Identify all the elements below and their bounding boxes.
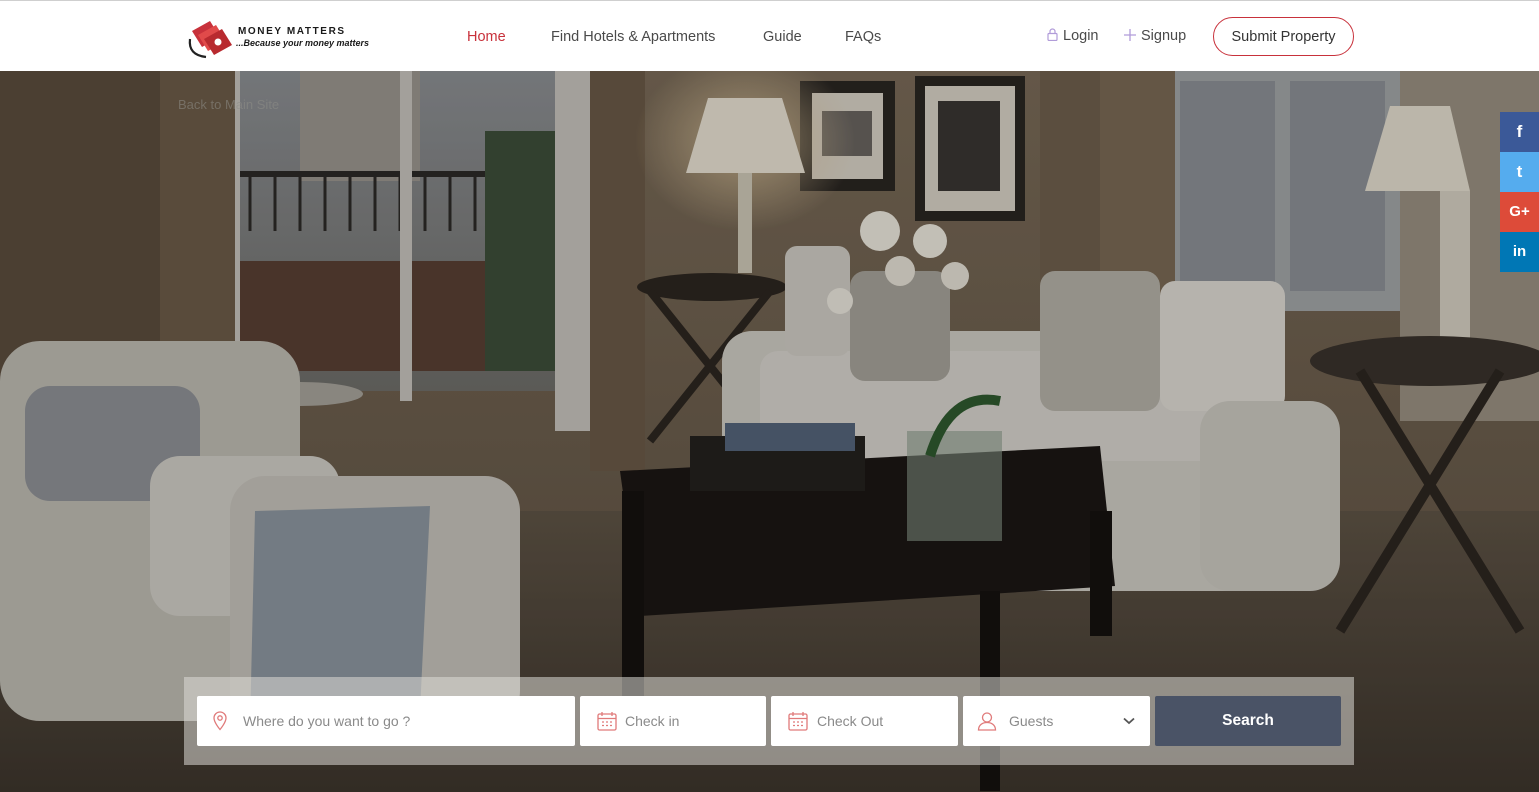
check-out-placeholder: Check Out: [817, 713, 884, 729]
site-header: MONEY MATTERS ...Because your money matt…: [0, 0, 1539, 71]
check-out-field[interactable]: Check Out: [771, 696, 958, 746]
nav-home[interactable]: Home: [467, 29, 506, 45]
login-link[interactable]: Login: [1047, 28, 1098, 44]
calendar-icon: [788, 712, 808, 731]
nav-guide[interactable]: Guide: [763, 29, 802, 45]
user-icon: [977, 712, 997, 731]
brand-name: MONEY MATTERS: [238, 26, 346, 37]
search-panel: Where do you want to go ? Check in Check…: [184, 677, 1354, 765]
twitter-icon[interactable]: t: [1500, 152, 1539, 192]
lock-icon: [1047, 28, 1058, 42]
destination-placeholder: Where do you want to go ?: [243, 713, 411, 729]
guests-select[interactable]: Guests: [963, 696, 1150, 746]
money-bills-icon: [188, 21, 232, 59]
login-label: Login: [1063, 28, 1099, 44]
nav-find-hotels[interactable]: Find Hotels & Apartments: [551, 29, 715, 45]
nav-faqs[interactable]: FAQs: [845, 29, 881, 45]
hero-section: Back to Main Site Where do you want to g…: [0, 71, 1539, 792]
check-in-field[interactable]: Check in: [580, 696, 766, 746]
submit-property-button[interactable]: Submit Property: [1213, 17, 1354, 56]
calendar-icon: [597, 712, 617, 731]
destination-field[interactable]: Where do you want to go ?: [197, 696, 575, 746]
guests-placeholder: Guests: [1009, 713, 1054, 729]
back-to-main-site-link[interactable]: Back to Main Site: [178, 97, 279, 112]
signup-link[interactable]: Signup: [1124, 28, 1186, 44]
google-plus-icon[interactable]: G+: [1500, 192, 1539, 232]
signup-label: Signup: [1141, 28, 1187, 44]
plus-icon: [1124, 29, 1136, 41]
brand-tagline: ...Because your money matters: [236, 38, 370, 48]
social-share-bar: f t G+ in: [1500, 112, 1539, 272]
facebook-icon[interactable]: f: [1500, 112, 1539, 152]
search-button[interactable]: Search: [1155, 696, 1341, 746]
chevron-down-icon: [1123, 717, 1135, 725]
linkedin-icon[interactable]: in: [1500, 232, 1539, 272]
map-pin-icon: [213, 711, 227, 731]
check-in-placeholder: Check in: [625, 713, 680, 729]
brand-logo[interactable]: MONEY MATTERS ...Because your money matt…: [186, 17, 386, 61]
